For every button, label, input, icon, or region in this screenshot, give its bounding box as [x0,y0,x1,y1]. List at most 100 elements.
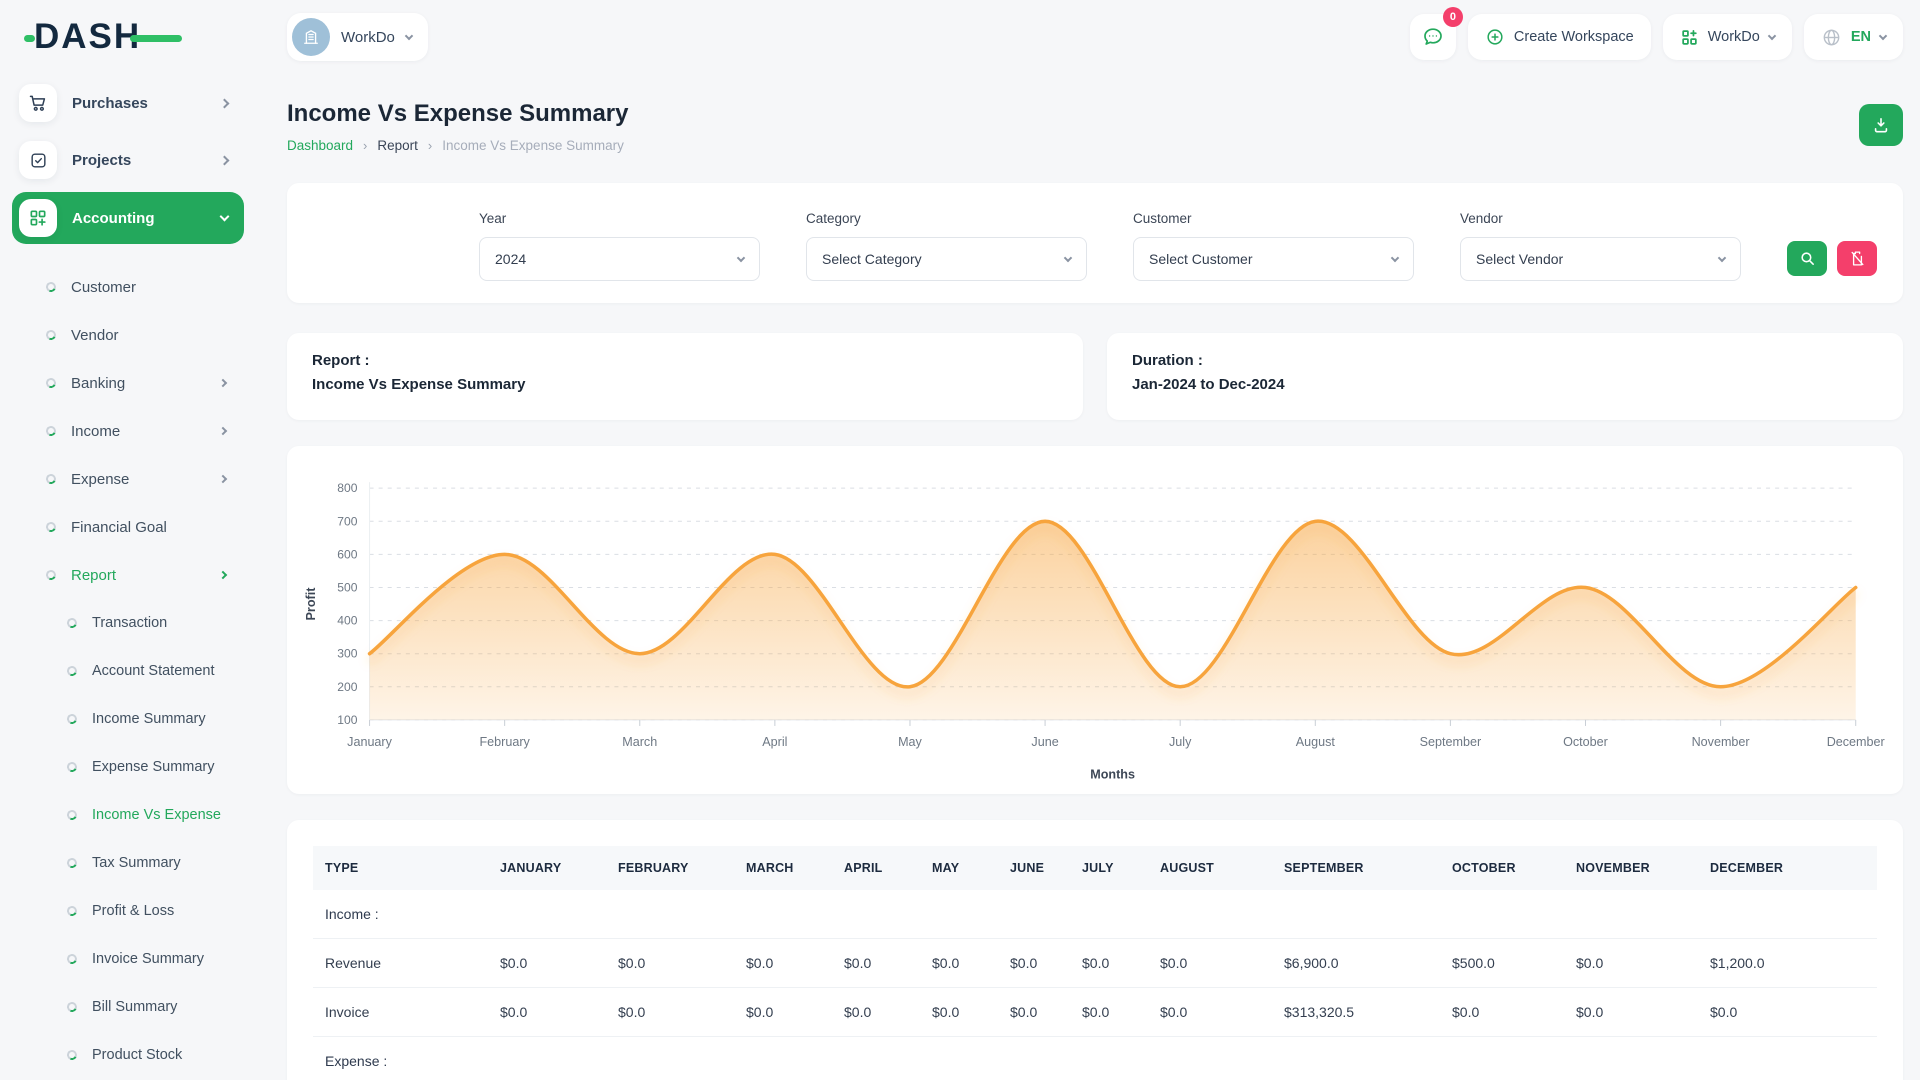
svg-text:Months: Months [1090,767,1135,781]
sidebar-item-label: Banking [71,375,220,392]
column-header: FEBRUARY [606,846,734,890]
sidebar-item-financial-goal[interactable]: Financial Goal [12,503,244,551]
topbar-actions: 0 Create Workspace WorkDo EN [1410,14,1903,60]
sidebar-item-profit-loss[interactable]: Profit & Loss [12,887,244,935]
sidebar-item-tax-summary[interactable]: Tax Summary [12,839,244,887]
sidebar-item-purchases[interactable]: Purchases [12,78,244,128]
messages-button[interactable]: 0 [1410,14,1456,60]
svg-text:800: 800 [337,481,357,495]
workdo-menu-label: WorkDo [1708,29,1760,45]
sidebar-item-transaction[interactable]: Transaction [12,599,244,647]
workspace-name: WorkDo [341,29,395,46]
main-content: WorkDo 0 Create Workspace WorkDo [256,0,1920,1080]
reset-button[interactable] [1837,241,1877,276]
chevron-right-icon [219,379,227,387]
chevron-right-icon [220,98,230,108]
duration-value: Jan-2024 to Dec-2024 [1132,376,1878,393]
sidebar-item-label: Account Statement [92,663,226,679]
column-header: NOVEMBER [1564,846,1698,890]
year-select[interactable]: 2024 [479,237,760,281]
bullet-icon [45,521,58,534]
sidebar-item-bill-summary[interactable]: Bill Summary [12,983,244,1031]
customer-select[interactable]: Select Customer [1133,237,1414,281]
breadcrumb-separator: › [428,138,432,153]
clear-filter-icon [1849,250,1866,267]
breadcrumb-report[interactable]: Report [377,138,418,153]
dash-logo: DASH [12,12,244,62]
breadcrumb-dashboard[interactable]: Dashboard [287,138,353,153]
chevron-down-icon [1768,31,1776,39]
chevron-down-icon [1391,253,1399,261]
sidebar-item-product-stock[interactable]: Product Stock [12,1031,244,1079]
year-select-value: 2024 [495,251,526,267]
search-button[interactable] [1787,241,1827,276]
sidebar-item-expense[interactable]: Expense [12,455,244,503]
sidebar-item-income-vs-expense[interactable]: Income Vs Expense [12,791,244,839]
workspace-avatar [292,18,330,56]
sidebar-item-customer[interactable]: Customer [12,263,244,311]
svg-text:July: July [1169,735,1192,749]
category-field: Category Select Category [806,211,1087,281]
sidebar-item-label: Purchases [72,95,221,112]
bullet-icon [66,1049,79,1062]
bullet-icon [66,809,79,822]
svg-text:200: 200 [337,680,357,694]
vendor-field: Vendor Select Vendor [1460,211,1741,281]
sidebar-item-banking[interactable]: Banking [12,359,244,407]
bullet-icon [45,569,58,582]
column-header: APRIL [832,846,920,890]
sidebar-item-report[interactable]: Report [12,551,244,599]
sidebar-item-expense-summary[interactable]: Expense Summary [12,743,244,791]
sidebar-item-projects[interactable]: Projects [12,135,244,185]
workdo-menu-button[interactable]: WorkDo [1663,14,1792,60]
create-workspace-button[interactable]: Create Workspace [1468,14,1651,60]
vendor-select[interactable]: Select Vendor [1460,237,1741,281]
plus-circle-icon [1485,27,1505,47]
globe-icon [1821,27,1842,48]
chevron-right-icon [219,571,227,579]
column-header: OCTOBER [1440,846,1564,890]
sidebar-item-income-summary[interactable]: Income Summary [12,695,244,743]
sidebar-item-vendor[interactable]: Vendor [12,311,244,359]
bullet-icon [45,425,58,438]
chevron-down-icon [405,31,413,39]
year-field: Year 2024 [479,211,760,281]
sidebar-item-accounting[interactable]: Accounting [12,192,244,244]
table-section-row: Income : [313,890,1877,939]
column-header: MAY [920,846,998,890]
sidebar-item-invoice-summary[interactable]: Invoice Summary [12,935,244,983]
category-select[interactable]: Select Category [806,237,1087,281]
app-root: DASH Purchases Projects Accounting Custo… [0,0,1920,1080]
svg-text:April: April [762,735,787,749]
sidebar-item-income[interactable]: Income [12,407,244,455]
download-button[interactable] [1859,104,1903,146]
report-label: Report : [312,352,1058,369]
bullet-icon [66,761,79,774]
notification-badge: 0 [1443,7,1463,27]
bullet-icon [66,857,79,870]
bullet-icon [45,329,58,342]
sidebar-item-account-statement[interactable]: Account Statement [12,647,244,695]
sidebar-item-label: Expense [71,471,220,488]
bullet-icon [66,905,79,918]
category-label: Category [806,211,1087,226]
language-button[interactable]: EN [1804,14,1903,60]
filter-actions [1787,241,1877,281]
bullet-icon [45,473,58,486]
create-workspace-label: Create Workspace [1514,29,1634,45]
bullet-icon [66,665,79,678]
chart-card: 100200300400500600700800JanuaryFebruaryM… [287,446,1903,794]
table-row: Revenue$0.0$0.0$0.0$0.0$0.0$0.0$0.0$0.0$… [313,939,1877,988]
svg-text:March: March [622,735,657,749]
sidebar-item-label: Projects [72,152,221,169]
sidebar-submenu: CustomerVendor Banking Income Expense Financ… [12,251,244,1080]
sidebar-item-label: Bill Summary [92,999,226,1015]
column-header: JUNE [998,846,1070,890]
sidebar-item-label: Accounting [72,210,221,227]
sidebar-item-label: Tax Summary [92,855,226,871]
sidebar-item-label: Invoice Summary [92,951,226,967]
svg-text:September: September [1420,735,1482,749]
sidebar-item-label: Product Stock [92,1047,226,1063]
workspace-selector[interactable]: WorkDo [287,13,428,61]
column-header: TYPE [313,846,488,890]
